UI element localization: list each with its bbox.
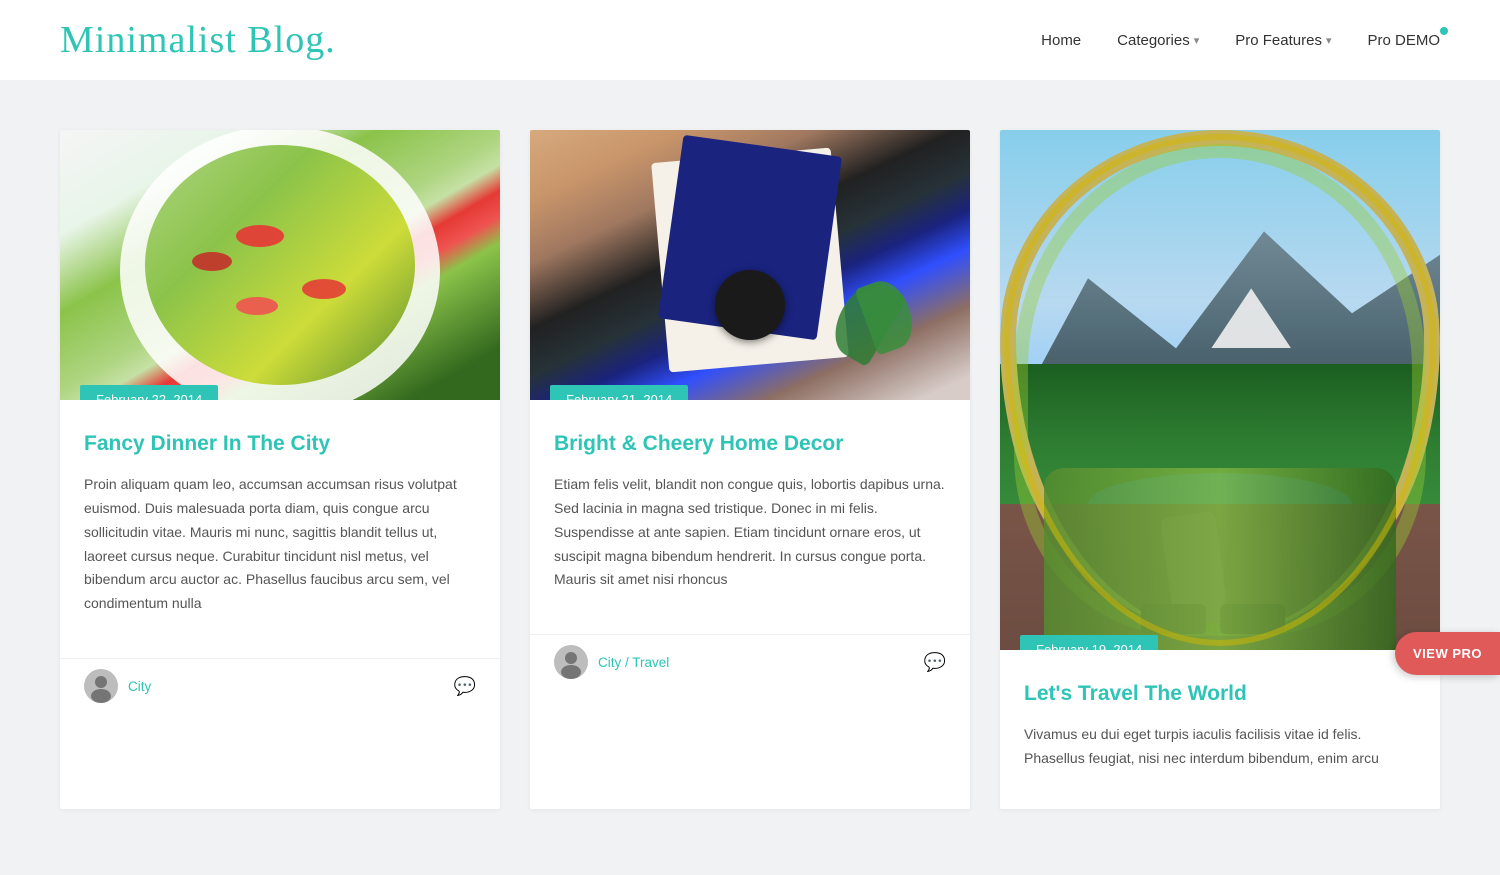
card-1-title[interactable]: Fancy Dinner In The City — [84, 430, 476, 457]
card-1-image-wrap: February 22, 2014 — [60, 130, 500, 400]
card-2-date: February 21, 2014 — [550, 385, 688, 400]
card-1-date: February 22, 2014 — [80, 385, 218, 400]
card-3-image — [1000, 130, 1440, 650]
card-1-image — [60, 130, 500, 400]
card-3: February 19, 2014 Let's Travel The World… — [1000, 130, 1440, 809]
card-2-cat-travel[interactable]: Travel — [632, 655, 669, 670]
card-1-text: Proin aliquam quam leo, accumsan accumsa… — [84, 473, 476, 616]
card-1-body: Fancy Dinner In The City Proin aliquam q… — [60, 400, 500, 654]
card-2-image — [530, 130, 970, 400]
card-1-footer: City 💬 — [60, 658, 500, 719]
card-2-title[interactable]: Bright & Cheery Home Decor — [554, 430, 946, 457]
card-3-image-wrap: February 19, 2014 — [1000, 130, 1440, 650]
card-2-avatar — [554, 645, 588, 679]
nav-pro-demo[interactable]: Pro DEMO — [1367, 32, 1440, 49]
card-1-author: City — [84, 669, 151, 703]
cards-grid: February 22, 2014 Fancy Dinner In The Ci… — [60, 130, 1440, 809]
nav-pro-features[interactable]: Pro Features ▾ — [1235, 32, 1331, 49]
card-3-date: February 19, 2014 — [1020, 635, 1158, 650]
card-1-cat-link[interactable]: City — [128, 679, 151, 694]
card-2-footer: City / Travel 💬 — [530, 634, 970, 695]
nav-categories-label: Categories — [1117, 32, 1190, 49]
logo-text: Minimalist Blog. — [60, 19, 336, 61]
main-content: February 22, 2014 Fancy Dinner In The Ci… — [0, 80, 1500, 849]
card-2-image-wrap: February 21, 2014 — [530, 130, 970, 400]
nav-home[interactable]: Home — [1041, 32, 1081, 49]
site-logo[interactable]: Minimalist Blog. — [60, 18, 336, 62]
card-2-comment-icon[interactable]: 💬 — [924, 652, 946, 673]
card-2-category[interactable]: City / Travel — [598, 655, 669, 670]
card-3-title[interactable]: Let's Travel The World — [1024, 680, 1416, 707]
nav-pro-demo-label: Pro DEMO — [1367, 32, 1440, 49]
main-nav: Home Categories ▾ Pro Features ▾ Pro DEM… — [1041, 32, 1440, 49]
card-3-text: Vivamus eu dui eget turpis iaculis facil… — [1024, 723, 1416, 771]
card-2-author: City / Travel — [554, 645, 669, 679]
card-1-comment-icon[interactable]: 💬 — [454, 676, 476, 697]
pro-demo-dot — [1440, 27, 1448, 35]
card-2-text: Etiam felis velit, blandit non congue qu… — [554, 473, 946, 592]
card-1-category[interactable]: City — [128, 679, 151, 694]
nav-home-label: Home — [1041, 32, 1081, 49]
card-1: February 22, 2014 Fancy Dinner In The Ci… — [60, 130, 500, 809]
chevron-down-icon: ▾ — [1194, 34, 1200, 47]
card-3-body: Let's Travel The World Vivamus eu dui eg… — [1000, 650, 1440, 809]
card-1-avatar — [84, 669, 118, 703]
card-2-cat-city[interactable]: City — [598, 655, 621, 670]
site-header: Minimalist Blog. Home Categories ▾ Pro F… — [0, 0, 1500, 80]
card-2-body: Bright & Cheery Home Decor Etiam felis v… — [530, 400, 970, 630]
nav-pro-features-label: Pro Features — [1235, 32, 1322, 49]
nav-categories[interactable]: Categories ▾ — [1117, 32, 1199, 49]
card-2: February 21, 2014 Bright & Cheery Home D… — [530, 130, 970, 809]
chevron-down-icon: ▾ — [1326, 34, 1332, 47]
view-pro-button[interactable]: VIEW PRO — [1395, 632, 1500, 675]
